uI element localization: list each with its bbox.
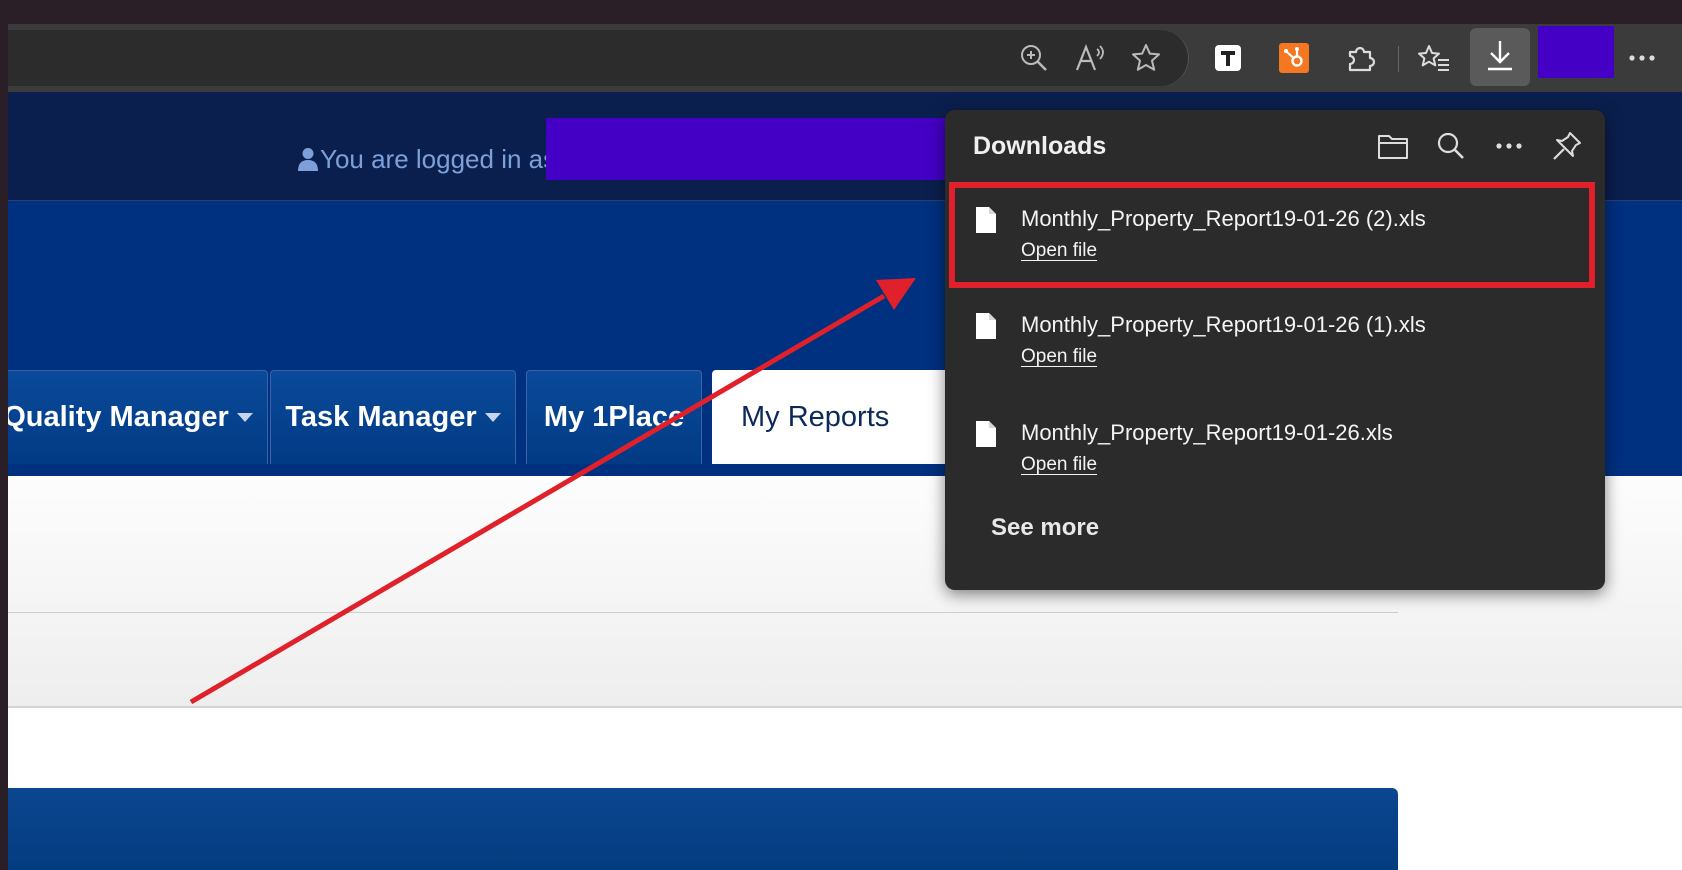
open-file-link[interactable]: Open file xyxy=(1021,454,1097,476)
download-item[interactable]: Monthly_Property_Report19-01-26 (1).xls … xyxy=(945,288,1605,394)
download-item[interactable]: Monthly_Property_Report19-01-26.xls Open… xyxy=(945,396,1605,502)
more-options-icon[interactable] xyxy=(1489,126,1529,166)
downloads-title: Downloads xyxy=(973,132,1107,160)
file-name: Monthly_Property_Report19-01-26.xls xyxy=(1021,420,1393,445)
open-folder-icon[interactable] xyxy=(1373,126,1413,166)
file-name: Monthly_Property_Report19-01-26 (1).xls xyxy=(1021,312,1426,337)
browser-window: You are logged in as Quality Manager Tas… xyxy=(8,24,1682,870)
open-file-link[interactable]: Open file xyxy=(1021,346,1097,368)
file-icon xyxy=(975,420,997,453)
see-more-link[interactable]: See more xyxy=(991,514,1099,542)
search-icon[interactable] xyxy=(1431,126,1471,166)
downloads-flyout: Downloads Monthly_Property_Report19-01-2… xyxy=(945,110,1605,590)
pin-icon[interactable] xyxy=(1547,126,1587,166)
highlight-box xyxy=(949,182,1595,288)
file-icon xyxy=(975,312,997,345)
